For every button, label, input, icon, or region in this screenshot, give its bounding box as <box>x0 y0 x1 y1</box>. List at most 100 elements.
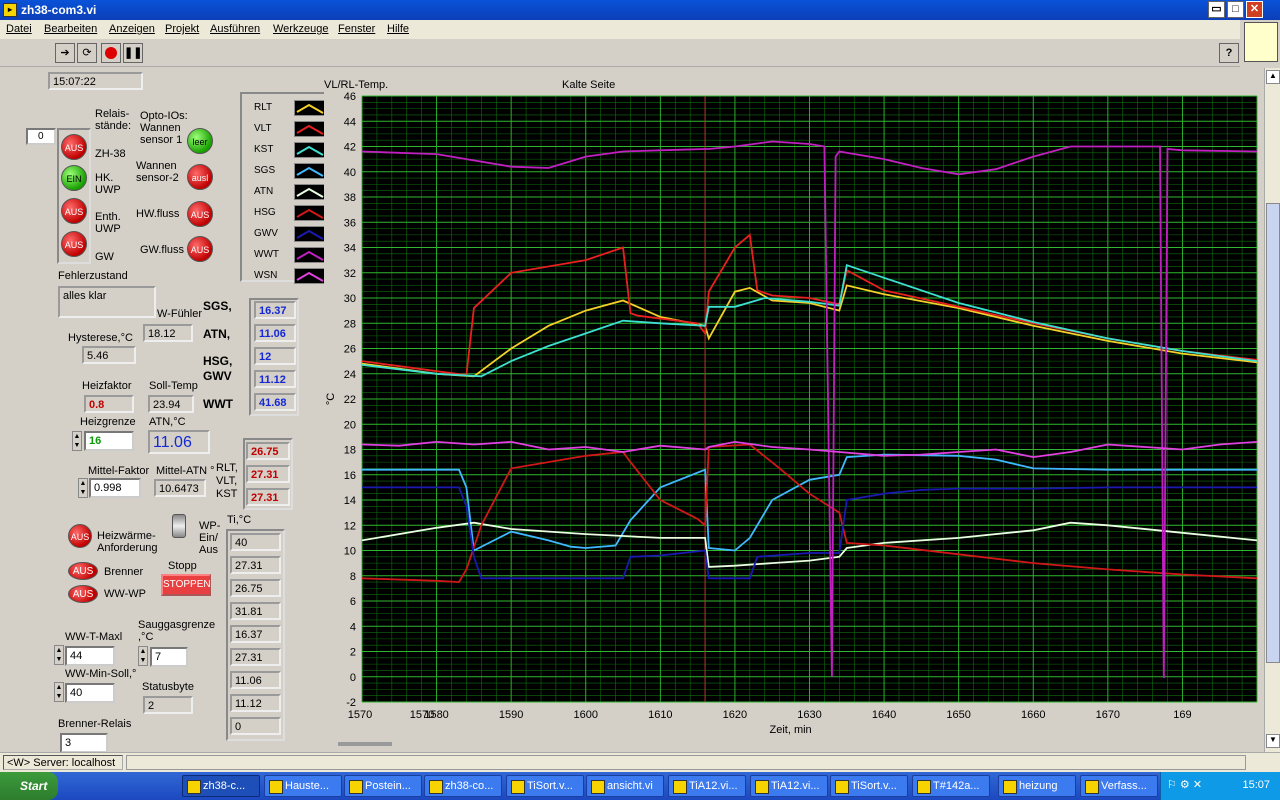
scroll-thumb[interactable] <box>1266 203 1280 663</box>
taskbar-item[interactable]: TiA12.vi... <box>750 775 828 797</box>
y-tick-label: 8 <box>350 571 356 583</box>
legend-label: HSG <box>254 207 276 218</box>
menu-anzeigen[interactable]: Anzeigen <box>109 23 155 35</box>
scroll-up-icon[interactable]: ▲ <box>1266 70 1280 84</box>
taskbar-item[interactable]: zh38-c... <box>182 775 260 797</box>
legend-item-hsg[interactable]: HSG <box>248 203 328 224</box>
legend-item-kst[interactable]: KST <box>248 140 328 161</box>
legend-swatch <box>294 163 326 179</box>
relais-index-field[interactable]: 0 <box>26 128 56 145</box>
abort-icon[interactable] <box>101 43 121 63</box>
legend-swatch <box>294 142 326 158</box>
x-tick-label: 1580 <box>424 709 448 721</box>
brennerrelais-field[interactable]: 3 <box>60 733 108 753</box>
opto-led-sensor2: ausl <box>187 164 213 190</box>
mittelfaktor-field[interactable]: 0.998 <box>89 478 141 498</box>
chart-title: Kalte Seite <box>562 79 615 91</box>
vertical-scrollbar[interactable]: ▲ ▼ <box>1264 68 1280 752</box>
taskbar-item[interactable]: TiSort.v... <box>830 775 908 797</box>
wwtmax-spinner[interactable]: ▲ ▼ <box>54 645 64 665</box>
y-tick-label: 24 <box>344 369 356 381</box>
y-tick-label: 28 <box>344 318 356 330</box>
ti-value: 11.06 <box>230 671 281 689</box>
close-button[interactable]: ✕ <box>1246 1 1263 18</box>
heizgrenze-field[interactable]: 16 <box>84 431 134 451</box>
y-tick-label: 16 <box>344 470 356 482</box>
sauggas-field[interactable]: 7 <box>150 647 188 667</box>
taskbar-item[interactable]: T#142a... <box>912 775 990 797</box>
brenner-led: AUS <box>68 562 98 580</box>
ti-label: Ti,°C <box>227 514 252 526</box>
menu-ausfuehren[interactable]: Ausführen <box>210 23 260 35</box>
sauggas-spinner[interactable]: ▲ ▼ <box>138 646 148 666</box>
legend-item-wsn[interactable]: WSN <box>248 266 328 287</box>
relais-led-enth-uwp: AUS <box>61 198 87 224</box>
wwt-label: WWT <box>203 397 233 411</box>
start-button[interactable]: Start <box>0 772 58 800</box>
ti-value: 26.75 <box>230 579 281 597</box>
fehler-label: Fehlerzustand <box>58 270 128 282</box>
menu-hilfe[interactable]: Hilfe <box>387 23 409 35</box>
stoppen-button[interactable]: STOPPEN <box>161 574 211 596</box>
run-continuous-icon[interactable]: ⟳ <box>77 43 97 63</box>
taskbar-item[interactable]: Hauste... <box>264 775 342 797</box>
heizwaerme-label: Heizwärme- Anforderung <box>97 530 158 554</box>
x-axis-label: Zeit, min <box>770 724 812 736</box>
menu-datei[interactable]: Datei <box>6 23 32 35</box>
taskbar-item[interactable]: TiSort.v... <box>506 775 584 797</box>
minimize-button[interactable]: ▭ <box>1208 1 1225 18</box>
y-tick-label: 0 <box>350 672 356 684</box>
tray-icons[interactable]: ⚐ ⚙ ✕ <box>1167 778 1202 791</box>
scroll-down-icon[interactable]: ▼ <box>1266 734 1280 748</box>
opto-led-gwfluss: AUS <box>187 236 213 262</box>
wp-toggle-switch[interactable] <box>172 514 186 538</box>
x-tick-label: 1620 <box>723 709 747 721</box>
taskbar-item[interactable]: heizung <box>998 775 1076 797</box>
taskbar-item[interactable]: TiA12.vi... <box>668 775 746 797</box>
menu-fenster[interactable]: Fenster <box>338 23 375 35</box>
relais-label-zh38: ZH-38 <box>95 148 126 160</box>
y-tick-label: 44 <box>344 116 356 128</box>
wwminsoll-label: WW-Min-Soll,° <box>65 668 137 680</box>
menu-bearbeiten[interactable]: Bearbeiten <box>44 23 97 35</box>
legend-item-sgs[interactable]: SGS <box>248 161 328 182</box>
wwtmax-field[interactable]: 44 <box>65 646 115 666</box>
y-tick-label: 46 <box>344 91 356 103</box>
server-status: <W> Server: localhost <box>3 755 123 770</box>
legend-item-atn[interactable]: ATN <box>248 182 328 203</box>
menu-werkzeuge[interactable]: Werkzeuge <box>273 23 328 35</box>
legend-item-gwv[interactable]: GWV <box>248 224 328 245</box>
taskbar-item[interactable]: zh38-co... <box>424 775 502 797</box>
menu-projekt[interactable]: Projekt <box>165 23 199 35</box>
mittelfaktor-spinner[interactable]: ▲ ▼ <box>78 478 88 498</box>
wwwp-led: AUS <box>68 585 98 603</box>
y-tick-label: 4 <box>350 621 356 633</box>
hsg-gwv-label: HSG, GWV <box>203 354 233 383</box>
legend-label: GWV <box>254 228 278 239</box>
maximize-button[interactable]: □ <box>1227 1 1244 18</box>
hysterese-label: Hysterese,°C <box>68 332 133 344</box>
wwminsoll-field[interactable]: 40 <box>65 683 115 703</box>
ti-value: 16.37 <box>230 625 281 643</box>
legend-item-vlt[interactable]: VLT <box>248 119 328 140</box>
legend-item-wwt[interactable]: WWT <box>248 245 328 266</box>
graph-palette <box>338 742 392 746</box>
vi-icon: ▸ <box>3 3 17 17</box>
run-arrow-icon[interactable]: ➔ <box>55 43 75 63</box>
taskbar-item[interactable]: ansicht.vi <box>586 775 664 797</box>
taskbar-item[interactable]: Verfass... <box>1080 775 1158 797</box>
wfuehler-display: 18.12 <box>143 324 193 342</box>
temperature-chart[interactable]: -202468101214161820222426283032343638404… <box>324 76 1264 746</box>
wwminsoll-spinner[interactable]: ▲ ▼ <box>54 682 64 702</box>
wwwp-label: WW-WP <box>104 588 146 600</box>
pause-icon[interactable]: ❚❚ <box>123 43 143 63</box>
taskbar-item[interactable]: Postein... <box>344 775 422 797</box>
horizontal-scrollbar[interactable] <box>126 755 1246 770</box>
opto-header: Opto-IOs: Wannen sensor 1 <box>140 110 188 146</box>
y-tick-label: -2 <box>346 697 356 709</box>
legend-label: WWT <box>254 249 279 260</box>
wp-switch-label: WP- Ein/ Aus <box>199 520 221 556</box>
legend-item-rlt[interactable]: RLT <box>248 98 328 119</box>
help-button[interactable]: ? <box>1219 43 1239 63</box>
heizgrenze-spinner[interactable]: ▲ ▼ <box>72 431 82 451</box>
